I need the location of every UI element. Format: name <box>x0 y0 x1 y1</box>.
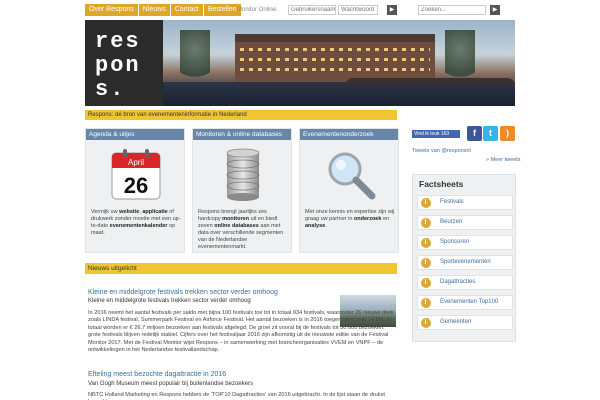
clock-icon <box>421 258 431 268</box>
link-website[interactable]: website <box>119 209 139 215</box>
twitter-icon[interactable]: t <box>483 126 498 141</box>
factsheet-dagattracties[interactable]: Dagattracties <box>417 275 513 290</box>
banner-windows <box>240 68 430 71</box>
monitor-online-label: Monitor Online: <box>237 7 278 13</box>
tagline-bar: Respons: dé bron van evenementeninformat… <box>85 110 397 120</box>
box-monitoren-text: Respons brengt jaarlijks zes hardcopy mo… <box>198 209 284 250</box>
calendar-icon: April 26 <box>111 149 161 200</box>
box-monitoren-header: Monitoren & online databases <box>193 129 291 140</box>
search-button[interactable]: ▶ <box>490 5 500 15</box>
factsheet-sponsoren[interactable]: Sponsoren <box>417 235 513 250</box>
magnifier-icon <box>328 152 376 200</box>
clock-icon <box>421 238 431 248</box>
more-tweets-link[interactable]: » Meer tweets <box>486 157 521 163</box>
box-onderzoek-header: Evenementenonderzoek <box>300 129 398 140</box>
like-count: 163 <box>440 131 450 137</box>
nav-tab-contact[interactable]: Contact <box>170 4 203 16</box>
factsheet-sportevenementen[interactable]: Sportevenementen <box>417 255 513 270</box>
news-item-title[interactable]: Kleine en middelgrote festivals trekken … <box>88 289 278 296</box>
banner-windows <box>240 48 430 51</box>
calendar-day: 26 <box>124 173 148 198</box>
link-evenementenkalender[interactable]: evenementenkalender <box>110 223 168 229</box>
link-monitoren[interactable]: monitoren <box>222 216 249 222</box>
factsheets-title: Factsheets <box>419 179 464 189</box>
nav-tab-bestellen[interactable]: Bestellen <box>203 4 241 16</box>
box-agenda-header: Agenda & uitjes <box>86 129 184 140</box>
box-onderzoek[interactable]: Evenementenonderzoek Met onze kennis en … <box>299 128 399 253</box>
banner-tree <box>180 30 210 85</box>
news-item-subtitle: Van Gogh Museum meest populair bij buite… <box>88 381 253 387</box>
clock-icon <box>421 198 431 208</box>
news-header: Nieuws uitgelicht <box>85 263 397 274</box>
box-monitoren[interactable]: Monitoren & online databases Respons bre… <box>192 128 292 253</box>
banner-windows <box>240 58 430 61</box>
news-item-body: NBTC Holland Marketing en Respons hebben… <box>88 392 385 400</box>
banner-bridge <box>345 78 515 86</box>
box-onderzoek-text: Met onze kennis en expertise zijn wij gr… <box>305 209 395 229</box>
link-onderzoek[interactable]: onderzoek <box>354 216 382 222</box>
rss-icon[interactable]: ) <box>500 126 515 141</box>
logo-text: res pon s. <box>95 29 141 102</box>
tweets-link[interactable]: Tweets van @responsnl <box>412 148 471 154</box>
news-item-subtitle: Kleine en middelgrote festivals trekken … <box>88 298 251 304</box>
link-analyse[interactable]: analyse <box>305 223 325 229</box>
news-item-title[interactable]: Efteling meest bezochte dagattractie in … <box>88 371 226 378</box>
login-button[interactable]: ▶ <box>387 5 397 15</box>
link-online-databases[interactable]: online databases <box>214 223 259 229</box>
box-agenda[interactable]: Agenda & uitjes April 26 Vermijk uw webs… <box>85 128 185 253</box>
database-icon <box>226 148 260 201</box>
clock-icon <box>421 278 431 288</box>
box-agenda-text: Vermijk uw website, applicatie of drukwe… <box>91 209 181 236</box>
link-applicatie[interactable]: applicatie <box>142 209 167 215</box>
respons-logo[interactable]: res pon s. <box>85 20 163 106</box>
top-navigation: Over Respons Nieuws Contact Bestellen Mo… <box>85 4 600 18</box>
factsheet-festivals[interactable]: Festivals <box>417 195 513 210</box>
clock-icon <box>421 318 431 328</box>
factsheet-beurzen[interactable]: Beurzen <box>417 215 513 230</box>
clock-icon <box>421 298 431 308</box>
clock-icon <box>421 218 431 228</box>
banner-tree <box>445 30 475 85</box>
search-input[interactable] <box>418 5 486 15</box>
factsheets-panel: Factsheets Festivals Beurzen Sponsoren S… <box>412 174 516 342</box>
facebook-icon[interactable]: f <box>467 126 482 141</box>
factsheet-evenementen-top100[interactable]: Evenementen Top100 <box>417 295 513 310</box>
password-input[interactable] <box>338 5 378 15</box>
nav-tabs: Over Respons Nieuws Contact Bestellen <box>85 4 242 16</box>
calendar-month: April <box>128 158 144 167</box>
nav-tab-nieuws[interactable]: Nieuws <box>138 4 170 16</box>
like-label: Vind ik leuk <box>414 131 440 137</box>
nav-tab-over-respons[interactable]: Over Respons <box>85 4 138 16</box>
news-item-body: In 2016 neemt het aantal festivals per s… <box>88 310 394 354</box>
header-banner: res pon s. <box>85 20 515 106</box>
username-input[interactable] <box>288 5 336 15</box>
facebook-like-button[interactable]: Vind ik leuk 163 <box>412 130 460 138</box>
factsheet-gemeenten[interactable]: Gemeenten <box>417 315 513 330</box>
